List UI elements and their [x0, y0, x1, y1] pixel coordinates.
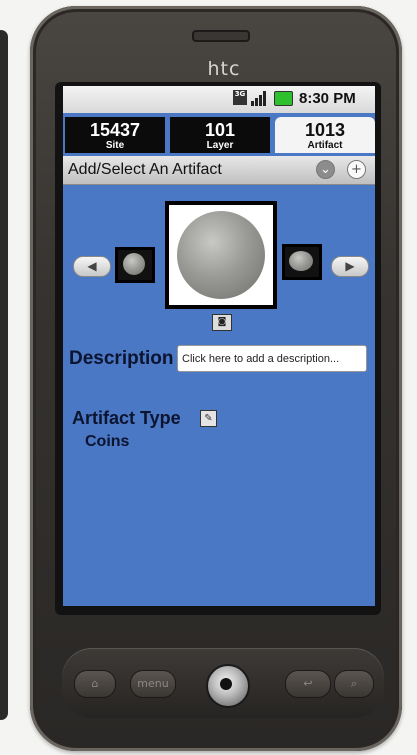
search-icon: ⌕	[350, 677, 358, 690]
battery-icon	[274, 91, 293, 106]
app-screen: 3G 8:30 PM 15437 Site 101 Layer 1013 Art…	[63, 86, 375, 606]
chevron-down-icon: ⌄	[320, 162, 331, 177]
description-label: Description	[69, 348, 174, 369]
artifact-main-photo[interactable]	[165, 201, 277, 309]
brand-logo: htc	[207, 58, 241, 80]
tab-layer-value: 101	[204, 120, 236, 140]
edit-artifact-type-button[interactable]: ✎	[200, 410, 217, 427]
tab-bar: 15437 Site 101 Layer 1013 Artifact	[65, 117, 375, 153]
back-icon: ↩	[303, 677, 313, 690]
coin-thumbnail-right	[289, 251, 313, 271]
description-input[interactable]: Click here to add a description...	[177, 345, 367, 372]
network-3g-icon: 3G	[233, 90, 247, 105]
add-artifact-button[interactable]: +	[347, 160, 366, 179]
plus-icon: +	[351, 162, 362, 177]
home-icon: ⌂	[91, 677, 99, 690]
tab-site[interactable]: 15437 Site	[65, 117, 165, 153]
arrow-left-icon: ◀	[87, 259, 97, 273]
tab-layer-label: Layer	[206, 140, 234, 151]
status-bar: 3G 8:30 PM	[63, 86, 375, 113]
previous-image-thumbnail[interactable]	[115, 247, 155, 283]
coin-image	[177, 211, 265, 299]
arrow-right-icon: ▶	[345, 259, 355, 273]
next-image-button[interactable]: ▶	[331, 256, 369, 277]
signal-strength-icon	[251, 90, 269, 106]
menu-button[interactable]: menu	[130, 670, 176, 698]
tab-layer[interactable]: 101 Layer	[170, 117, 270, 153]
next-image-thumbnail[interactable]	[282, 244, 322, 280]
neighbor-device-edge	[0, 30, 8, 720]
tab-artifact-value: 1013	[304, 120, 346, 140]
earpiece-speaker	[192, 30, 250, 42]
back-button[interactable]: ↩	[285, 670, 331, 698]
artifact-type-value: Coins	[85, 433, 130, 450]
trackball-center	[220, 678, 232, 690]
tab-site-value: 15437	[89, 120, 141, 140]
camera-button[interactable]: ◙	[212, 314, 232, 331]
coin-thumbnail-left	[123, 253, 145, 275]
page-title: Add/Select An Artifact	[68, 161, 222, 178]
search-button[interactable]: ⌕	[334, 670, 374, 698]
camera-icon: ◙	[217, 317, 227, 327]
pencil-icon: ✎	[204, 413, 213, 424]
artifact-title-bar: Add/Select An Artifact ⌄ +	[63, 156, 375, 185]
tab-artifact[interactable]: 1013 Artifact	[275, 117, 375, 153]
previous-image-button[interactable]: ◀	[73, 256, 111, 277]
clock: 8:30 PM	[299, 90, 356, 107]
artifact-dropdown-button[interactable]: ⌄	[316, 160, 335, 179]
tab-site-label: Site	[105, 140, 125, 151]
artifact-type-label: Artifact Type	[72, 408, 181, 428]
home-button[interactable]: ⌂	[74, 670, 116, 698]
tab-artifact-label: Artifact	[307, 140, 343, 151]
